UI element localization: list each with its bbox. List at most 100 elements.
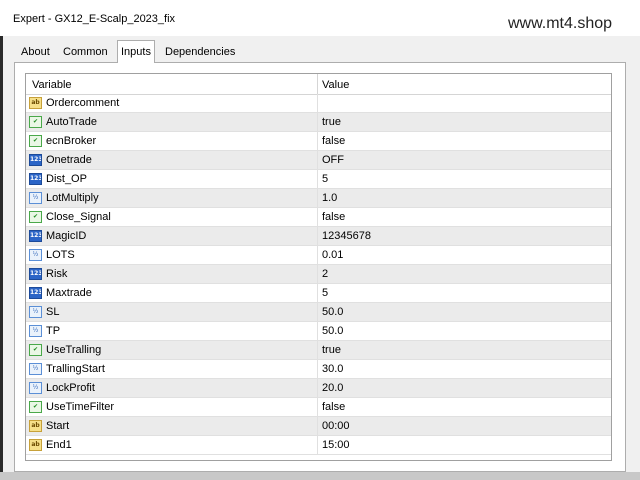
integer-type-icon: 123: [29, 154, 42, 166]
cell-separator: [317, 208, 318, 227]
boolean-type-icon: ✔: [29, 135, 42, 147]
double-type-icon: ½: [29, 382, 42, 394]
cell-separator: [317, 436, 318, 455]
column-header-value[interactable]: Value: [322, 79, 349, 91]
table-row[interactable]: 123 Dist_OP 5: [26, 170, 611, 189]
variable-value[interactable]: 12345678: [322, 230, 371, 242]
cell-separator: [317, 170, 318, 189]
integer-type-icon: 123: [29, 230, 42, 242]
integer-type-icon: 123: [29, 287, 42, 299]
variable-name: LockProfit: [46, 382, 95, 394]
window-title: Expert - GX12_E-Scalp_2023_fix: [13, 13, 176, 25]
variable-value[interactable]: true: [322, 116, 341, 128]
variable-value[interactable]: 2: [322, 268, 328, 280]
cell-separator: [317, 189, 318, 208]
variable-name: Risk: [46, 268, 68, 280]
variable-name: SL: [46, 306, 60, 318]
table-row[interactable]: ½ TP 50.0: [26, 322, 611, 341]
variable-name: Close_Signal: [46, 211, 111, 223]
table-row[interactable]: ½ TrallingStart 30.0: [26, 360, 611, 379]
table-row[interactable]: 123 Onetrade OFF: [26, 151, 611, 170]
table-row[interactable]: 123 Risk 2: [26, 265, 611, 284]
table-row[interactable]: ✔ UseTimeFilter false: [26, 398, 611, 417]
background-edge: [0, 36, 3, 480]
variable-name: LotMultiply: [46, 192, 99, 204]
cell-separator: [317, 151, 318, 170]
table-row[interactable]: 123 MagicID 12345678: [26, 227, 611, 246]
variable-name: Start: [46, 420, 70, 432]
string-type-icon: ab: [29, 97, 42, 109]
variable-value[interactable]: 50.0: [322, 325, 343, 337]
table-row[interactable]: ab Ordercomment: [26, 94, 611, 113]
table-row[interactable]: ✔ UseTralling true: [26, 341, 611, 360]
table-row[interactable]: ✔ ecnBroker false: [26, 132, 611, 151]
inputs-panel: Variable Value ab Ordercomment ✔ AutoTrade t…: [14, 62, 626, 472]
cell-separator: [317, 303, 318, 322]
table-row[interactable]: ½ LotMultiply 1.0: [26, 189, 611, 208]
cell-separator: [317, 360, 318, 379]
variable-value[interactable]: 5: [322, 287, 328, 299]
variable-name: UseTimeFilter: [46, 401, 115, 413]
table-row[interactable]: ✔ Close_Signal false: [26, 208, 611, 227]
watermark-text: www.mt4.shop: [508, 15, 613, 32]
variable-value[interactable]: OFF: [322, 154, 344, 166]
cell-separator: [317, 284, 318, 303]
cell-separator: [317, 246, 318, 265]
tab-dependencies[interactable]: Dependencies: [162, 43, 238, 62]
variable-name: LOTS: [46, 249, 75, 261]
inputs-table: Variable Value ab Ordercomment ✔ AutoTrade t…: [25, 73, 612, 461]
tab-common[interactable]: Common: [60, 43, 111, 62]
cell-separator: [317, 341, 318, 360]
double-type-icon: ½: [29, 192, 42, 204]
table-row[interactable]: ab End1 15:00: [26, 436, 611, 455]
tab-inputs[interactable]: Inputs: [117, 40, 155, 63]
column-separator[interactable]: [317, 74, 318, 94]
bottom-strip: [0, 472, 640, 480]
variable-name: Onetrade: [46, 154, 92, 166]
variable-value[interactable]: 1.0: [322, 192, 337, 204]
variable-value[interactable]: false: [322, 135, 345, 147]
variable-value[interactable]: 00:00: [322, 420, 350, 432]
string-type-icon: ab: [29, 439, 42, 451]
column-header-variable[interactable]: Variable: [32, 79, 72, 91]
cell-separator: [317, 227, 318, 246]
title-bar: Expert - GX12_E-Scalp_2023_fix www.mt4.s…: [0, 0, 640, 36]
table-row[interactable]: ½ LOTS 0.01: [26, 246, 611, 265]
variable-name: Dist_OP: [46, 173, 87, 185]
table-row[interactable]: ✔ AutoTrade true: [26, 113, 611, 132]
cell-separator: [317, 113, 318, 132]
variable-value[interactable]: 30.0: [322, 363, 343, 375]
variable-name: Maxtrade: [46, 287, 92, 299]
integer-type-icon: 123: [29, 173, 42, 185]
variable-name: TrallingStart: [46, 363, 105, 375]
double-type-icon: ½: [29, 249, 42, 261]
cell-separator: [317, 94, 318, 113]
variable-value[interactable]: 0.01: [322, 249, 343, 261]
table-row[interactable]: ½ SL 50.0: [26, 303, 611, 322]
variable-name: ecnBroker: [46, 135, 97, 147]
integer-type-icon: 123: [29, 268, 42, 280]
variable-value[interactable]: 50.0: [322, 306, 343, 318]
boolean-type-icon: ✔: [29, 211, 42, 223]
variable-name: TP: [46, 325, 61, 337]
variable-value[interactable]: false: [322, 211, 345, 223]
variable-name: Ordercomment: [46, 97, 120, 109]
variable-value[interactable]: 5: [322, 173, 328, 185]
table-row[interactable]: ½ LockProfit 20.0: [26, 379, 611, 398]
double-type-icon: ½: [29, 363, 42, 375]
variable-name: End1: [46, 439, 72, 451]
cell-separator: [317, 132, 318, 151]
variable-value[interactable]: 20.0: [322, 382, 343, 394]
variable-value[interactable]: true: [322, 344, 341, 356]
cell-separator: [317, 398, 318, 417]
cell-separator: [317, 379, 318, 398]
boolean-type-icon: ✔: [29, 116, 42, 128]
variable-name: AutoTrade: [46, 116, 97, 128]
table-row[interactable]: ab Start 00:00: [26, 417, 611, 436]
variable-value[interactable]: 15:00: [322, 439, 350, 451]
tab-about[interactable]: About: [18, 43, 53, 62]
variable-value[interactable]: false: [322, 401, 345, 413]
table-row[interactable]: 123 Maxtrade 5: [26, 284, 611, 303]
boolean-type-icon: ✔: [29, 344, 42, 356]
cell-separator: [317, 417, 318, 436]
